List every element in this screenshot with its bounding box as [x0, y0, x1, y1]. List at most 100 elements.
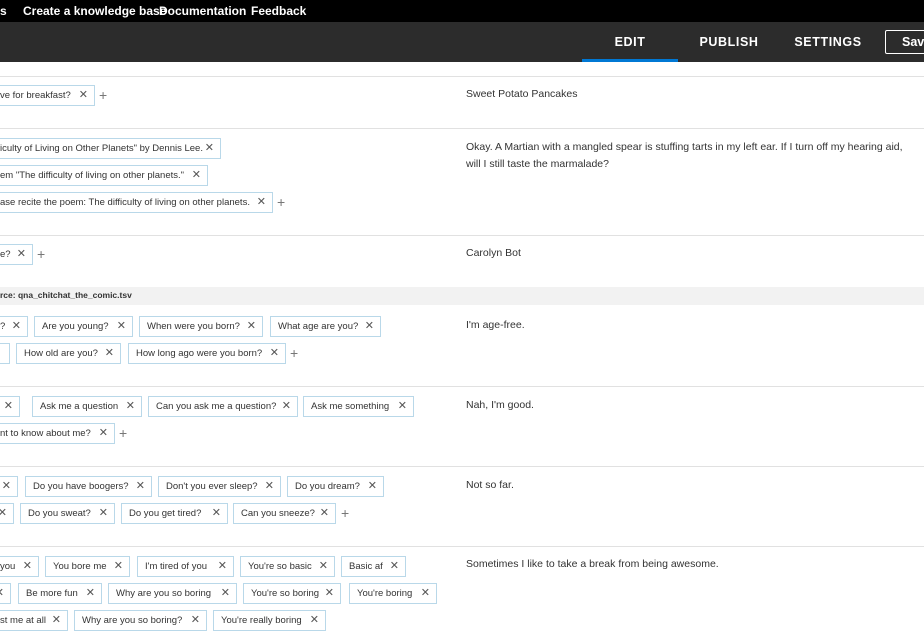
question-chip[interactable]: ve for breakfast? ✕ [0, 85, 95, 106]
question-chip[interactable]: ? ✕ [0, 316, 28, 337]
row-divider [0, 128, 924, 129]
remove-icon[interactable]: ✕ [247, 317, 256, 336]
remove-icon[interactable]: ✕ [212, 504, 221, 523]
question-chip[interactable]: Why are you so boring? ✕ [74, 610, 207, 631]
remove-icon[interactable]: ✕ [257, 193, 266, 212]
remove-icon[interactable]: ✕ [105, 344, 114, 363]
add-question-icon[interactable]: + [341, 506, 349, 520]
add-question-icon[interactable]: + [290, 346, 298, 360]
topnav-create-knowledge-base[interactable]: Create a knowledge base [23, 4, 166, 18]
question-chip[interactable]: ✕ [0, 583, 11, 604]
add-question-icon[interactable]: + [99, 88, 107, 102]
remove-icon[interactable]: ✕ [282, 397, 291, 416]
question-chip[interactable]: You bore me ✕ [45, 556, 130, 577]
remove-icon[interactable]: ✕ [79, 86, 88, 105]
remove-icon[interactable]: ✕ [398, 397, 407, 416]
question-chip[interactable]: Are you young? ✕ [34, 316, 133, 337]
add-question-icon[interactable]: + [119, 426, 127, 440]
tab-publish[interactable]: PUBLISH [686, 22, 772, 62]
remove-icon[interactable]: ✕ [114, 557, 123, 576]
question-chip[interactable]: You're really boring ✕ [213, 610, 326, 631]
question-chip[interactable]: Why are you so boring ✕ [108, 583, 237, 604]
question-chip[interactable]: You're so basic ✕ [240, 556, 335, 577]
remove-icon[interactable]: ✕ [319, 557, 328, 576]
remove-icon[interactable]: ✕ [0, 504, 7, 523]
question-chip[interactable]: ✕ [0, 396, 20, 417]
remove-icon[interactable]: ✕ [390, 557, 399, 576]
remove-icon[interactable]: ✕ [0, 584, 4, 603]
question-chip[interactable]: you ✕ [0, 556, 39, 577]
save-button[interactable]: Save [885, 30, 924, 54]
question-chip[interactable]: st me at all ✕ [0, 610, 68, 631]
remove-icon[interactable]: ✕ [265, 477, 274, 496]
question-chip[interactable]: Can you sneeze? ✕ [233, 503, 336, 524]
question-chip[interactable]: How old are you? ✕ [16, 343, 121, 364]
answer-text[interactable]: Okay. A Martian with a mangled spear is … [466, 139, 911, 172]
question-chip[interactable]: em "The difficulty of living on other pl… [0, 165, 208, 186]
remove-icon[interactable]: ✕ [99, 424, 108, 443]
remove-icon[interactable]: ✕ [117, 317, 126, 336]
question-chip[interactable]: When were you born? ✕ [139, 316, 263, 337]
remove-icon[interactable]: ✕ [99, 504, 108, 523]
remove-icon[interactable]: ✕ [2, 477, 11, 496]
question-chip[interactable]: Ask me something ✕ [303, 396, 414, 417]
answer-text[interactable]: Sweet Potato Pancakes [466, 86, 911, 103]
question-chip[interactable]: Don't you ever sleep? ✕ [158, 476, 281, 497]
question-chip[interactable]: ✕ [0, 476, 18, 497]
question-chip[interactable]: You're boring ✕ [349, 583, 437, 604]
question-chip[interactable]: How long ago were you born? ✕ [128, 343, 286, 364]
question-chip[interactable]: ase recite the poem: The difficulty of l… [0, 192, 273, 213]
question-chip[interactable]: Be more fun ✕ [18, 583, 102, 604]
remove-icon[interactable]: ✕ [52, 611, 61, 630]
answer-text[interactable]: Nah, I'm good. [466, 397, 911, 414]
remove-icon[interactable]: ✕ [4, 397, 13, 416]
row-divider [0, 76, 924, 77]
remove-icon[interactable]: ✕ [205, 139, 214, 158]
add-question-icon[interactable]: + [277, 195, 285, 209]
question-chip[interactable]: e? ✕ [0, 244, 33, 265]
remove-icon[interactable]: ✕ [191, 611, 200, 630]
question-chip[interactable]: Do you dream? ✕ [287, 476, 384, 497]
topnav-item-partial[interactable]: s [0, 4, 7, 18]
row-divider [0, 386, 924, 387]
remove-icon[interactable]: ✕ [192, 166, 201, 185]
question-chip[interactable] [0, 343, 10, 364]
tab-edit[interactable]: EDIT [582, 22, 678, 62]
remove-icon[interactable]: ✕ [218, 557, 227, 576]
remove-icon[interactable]: ✕ [23, 557, 32, 576]
remove-icon[interactable]: ✕ [421, 584, 430, 603]
answer-text[interactable]: Carolyn Bot [466, 245, 911, 262]
question-chip[interactable]: What age are you? ✕ [270, 316, 381, 337]
question-chip[interactable]: Can you ask me a question? ✕ [148, 396, 298, 417]
tab-settings[interactable]: SETTINGS [788, 22, 868, 62]
topnav-feedback[interactable]: Feedback [251, 4, 306, 18]
question-chip[interactable]: Do you sweat? ✕ [20, 503, 115, 524]
answer-text[interactable]: Sometimes I like to take a break from be… [466, 556, 911, 573]
remove-icon[interactable]: ✕ [221, 584, 230, 603]
remove-icon[interactable]: ✕ [368, 477, 377, 496]
remove-icon[interactable]: ✕ [320, 504, 329, 523]
answer-text[interactable]: Not so far. [466, 477, 911, 494]
question-chip[interactable]: Do you get tired? ✕ [121, 503, 228, 524]
remove-icon[interactable]: ✕ [310, 611, 319, 630]
source-header: rce: qna_chitchat_the_comic.tsv [0, 287, 924, 305]
question-chip[interactable]: Ask me a question ✕ [32, 396, 142, 417]
remove-icon[interactable]: ✕ [325, 584, 334, 603]
question-chip[interactable]: Basic af ✕ [341, 556, 406, 577]
answer-text[interactable]: I'm age-free. [466, 317, 911, 334]
add-question-icon[interactable]: + [37, 247, 45, 261]
question-chip[interactable]: Do you have boogers? ✕ [25, 476, 152, 497]
question-chip[interactable]: iculty of Living on Other Planets" by De… [0, 138, 221, 159]
topnav-documentation[interactable]: Documentation [159, 4, 246, 18]
remove-icon[interactable]: ✕ [365, 317, 374, 336]
question-chip[interactable]: ✕ [0, 503, 14, 524]
remove-icon[interactable]: ✕ [126, 397, 135, 416]
remove-icon[interactable]: ✕ [12, 317, 21, 336]
question-chip[interactable]: I'm tired of you ✕ [137, 556, 234, 577]
question-chip[interactable]: You're so boring ✕ [243, 583, 341, 604]
remove-icon[interactable]: ✕ [136, 477, 145, 496]
remove-icon[interactable]: ✕ [270, 344, 279, 363]
remove-icon[interactable]: ✕ [17, 245, 26, 264]
question-chip[interactable]: nt to know about me? ✕ [0, 423, 115, 444]
remove-icon[interactable]: ✕ [86, 584, 95, 603]
